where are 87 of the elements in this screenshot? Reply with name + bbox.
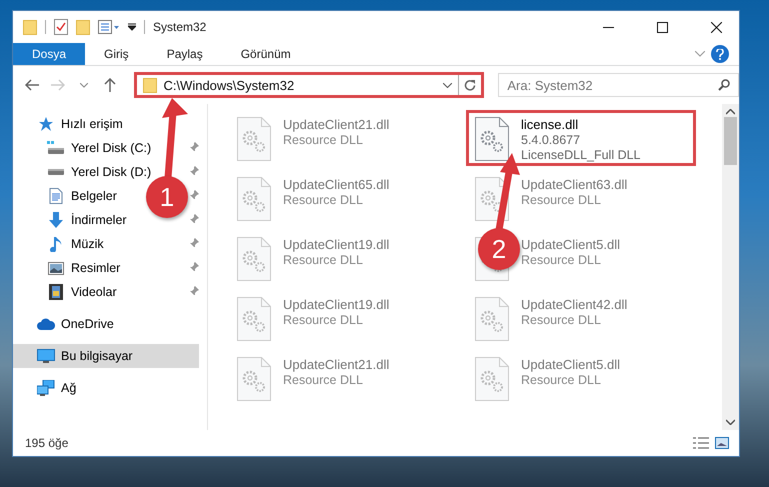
file-name: UpdateClient5.dll bbox=[521, 357, 620, 372]
sidebar-item[interactable]: Yerel Disk (C:) bbox=[13, 136, 156, 160]
chevron-down-icon[interactable] bbox=[80, 82, 88, 88]
details-view-icon[interactable] bbox=[693, 437, 709, 449]
back-arrow-icon[interactable] bbox=[24, 79, 39, 91]
drive-icon bbox=[48, 169, 64, 175]
file-detail: Resource DLL bbox=[521, 313, 602, 327]
sidebar-item[interactable]: Müzik bbox=[13, 232, 108, 256]
pin-icon[interactable] bbox=[189, 142, 199, 152]
close-icon[interactable] bbox=[710, 22, 722, 32]
sidebar-item[interactable]: Belgeler bbox=[13, 184, 121, 208]
file-detail: Resource DLL bbox=[283, 313, 364, 327]
file-detail: Resource DLL bbox=[521, 373, 602, 387]
ribbon-tab[interactable]: Paylaş bbox=[148, 43, 222, 65]
monitor-icon bbox=[37, 348, 55, 364]
search-field[interactable]: Ara: System32 bbox=[498, 73, 739, 97]
ribbon-tab[interactable]: Dosya bbox=[13, 43, 86, 65]
file-detail: Resource DLL bbox=[521, 253, 602, 267]
download-arrow-icon bbox=[48, 212, 64, 228]
properties-icon[interactable] bbox=[98, 20, 120, 34]
gear-file-icon bbox=[475, 117, 509, 161]
address-bar[interactable]: C:\Windows\System32 bbox=[134, 72, 484, 98]
folder-icon bbox=[23, 19, 37, 35]
up-arrow-icon[interactable] bbox=[104, 78, 116, 92]
pin-icon[interactable] bbox=[189, 262, 199, 272]
pin-icon[interactable] bbox=[189, 238, 199, 248]
file-name: UpdateClient21.dll bbox=[283, 117, 390, 132]
maximize-icon[interactable] bbox=[656, 22, 668, 32]
file-detail: Resource DLL bbox=[283, 133, 364, 147]
file-name: license.dll bbox=[521, 117, 580, 132]
gear-file-icon bbox=[237, 237, 271, 281]
pin-icon[interactable] bbox=[189, 214, 199, 224]
scrollbar-thumb[interactable] bbox=[724, 117, 737, 165]
file-name: UpdateClient63.dll bbox=[521, 177, 628, 192]
file-name: UpdateClient5.dll bbox=[521, 237, 620, 252]
minimize-icon[interactable] bbox=[602, 26, 614, 28]
music-note-icon bbox=[50, 236, 62, 252]
sidebar-item[interactable]: Resimler bbox=[13, 256, 124, 280]
window-title: System32 bbox=[153, 20, 208, 34]
gear-file-icon bbox=[475, 297, 509, 341]
sidebar-item[interactable]: OneDrive bbox=[13, 312, 118, 336]
scroll-up-icon[interactable] bbox=[726, 109, 735, 115]
sidebar-item[interactable]: Videolar bbox=[13, 280, 121, 304]
file-detail: 5.4.0.8677 bbox=[521, 133, 582, 147]
file-name: UpdateClient65.dll bbox=[283, 177, 390, 192]
folder-icon bbox=[143, 77, 158, 93]
cloud-icon bbox=[37, 318, 55, 330]
sidebar-item[interactable]: İndirmeler bbox=[13, 208, 131, 232]
help-icon[interactable] bbox=[711, 45, 729, 63]
sidebar-item[interactable]: Hızlı erişim bbox=[13, 112, 127, 136]
pin-icon[interactable] bbox=[189, 190, 199, 200]
network-icon bbox=[37, 380, 55, 396]
chevron-down-icon[interactable] bbox=[443, 82, 452, 88]
file-name: UpdateClient19.dll bbox=[283, 297, 390, 312]
new-folder-icon bbox=[76, 19, 90, 35]
drive-icon bbox=[47, 141, 65, 155]
gear-file-icon bbox=[237, 177, 271, 221]
file-name: UpdateClient19.dll bbox=[283, 237, 390, 252]
sidebar-item[interactable]: Ağ bbox=[13, 376, 80, 400]
file-detail: Resource DLL bbox=[283, 193, 364, 207]
checklist-icon[interactable] bbox=[54, 19, 68, 35]
refresh-icon[interactable] bbox=[464, 79, 476, 91]
star-icon bbox=[38, 116, 54, 132]
scroll-down-icon[interactable] bbox=[726, 419, 735, 425]
file-name: UpdateClient21.dll bbox=[283, 357, 390, 372]
picture-icon bbox=[48, 262, 64, 274]
scrollbar[interactable] bbox=[722, 104, 739, 430]
film-icon bbox=[49, 284, 63, 300]
file-name: UpdateClient42.dll bbox=[521, 297, 628, 312]
ribbon-tab[interactable]: Giriş bbox=[85, 43, 148, 65]
file-detail: LicenseDLL_Full DLL bbox=[521, 148, 641, 162]
ribbon-tab[interactable]: Görünüm bbox=[222, 43, 310, 65]
caret-icon[interactable] bbox=[128, 23, 136, 31]
file-detail: Resource DLL bbox=[283, 253, 364, 267]
pin-icon[interactable] bbox=[189, 166, 199, 176]
gear-file-icon bbox=[237, 117, 271, 161]
file-detail: Resource DLL bbox=[521, 193, 602, 207]
file-detail: Resource DLL bbox=[283, 373, 364, 387]
gear-file-icon bbox=[237, 297, 271, 341]
sidebar-item[interactable]: Bu bilgisayar bbox=[13, 344, 199, 368]
thumbnail-view-icon[interactable] bbox=[715, 437, 729, 449]
document-icon bbox=[49, 188, 63, 204]
gear-file-icon bbox=[237, 357, 271, 401]
search-icon bbox=[718, 79, 730, 91]
item-count: 195 öğe bbox=[25, 436, 70, 450]
pin-icon[interactable] bbox=[189, 286, 199, 296]
gear-file-icon bbox=[475, 357, 509, 401]
